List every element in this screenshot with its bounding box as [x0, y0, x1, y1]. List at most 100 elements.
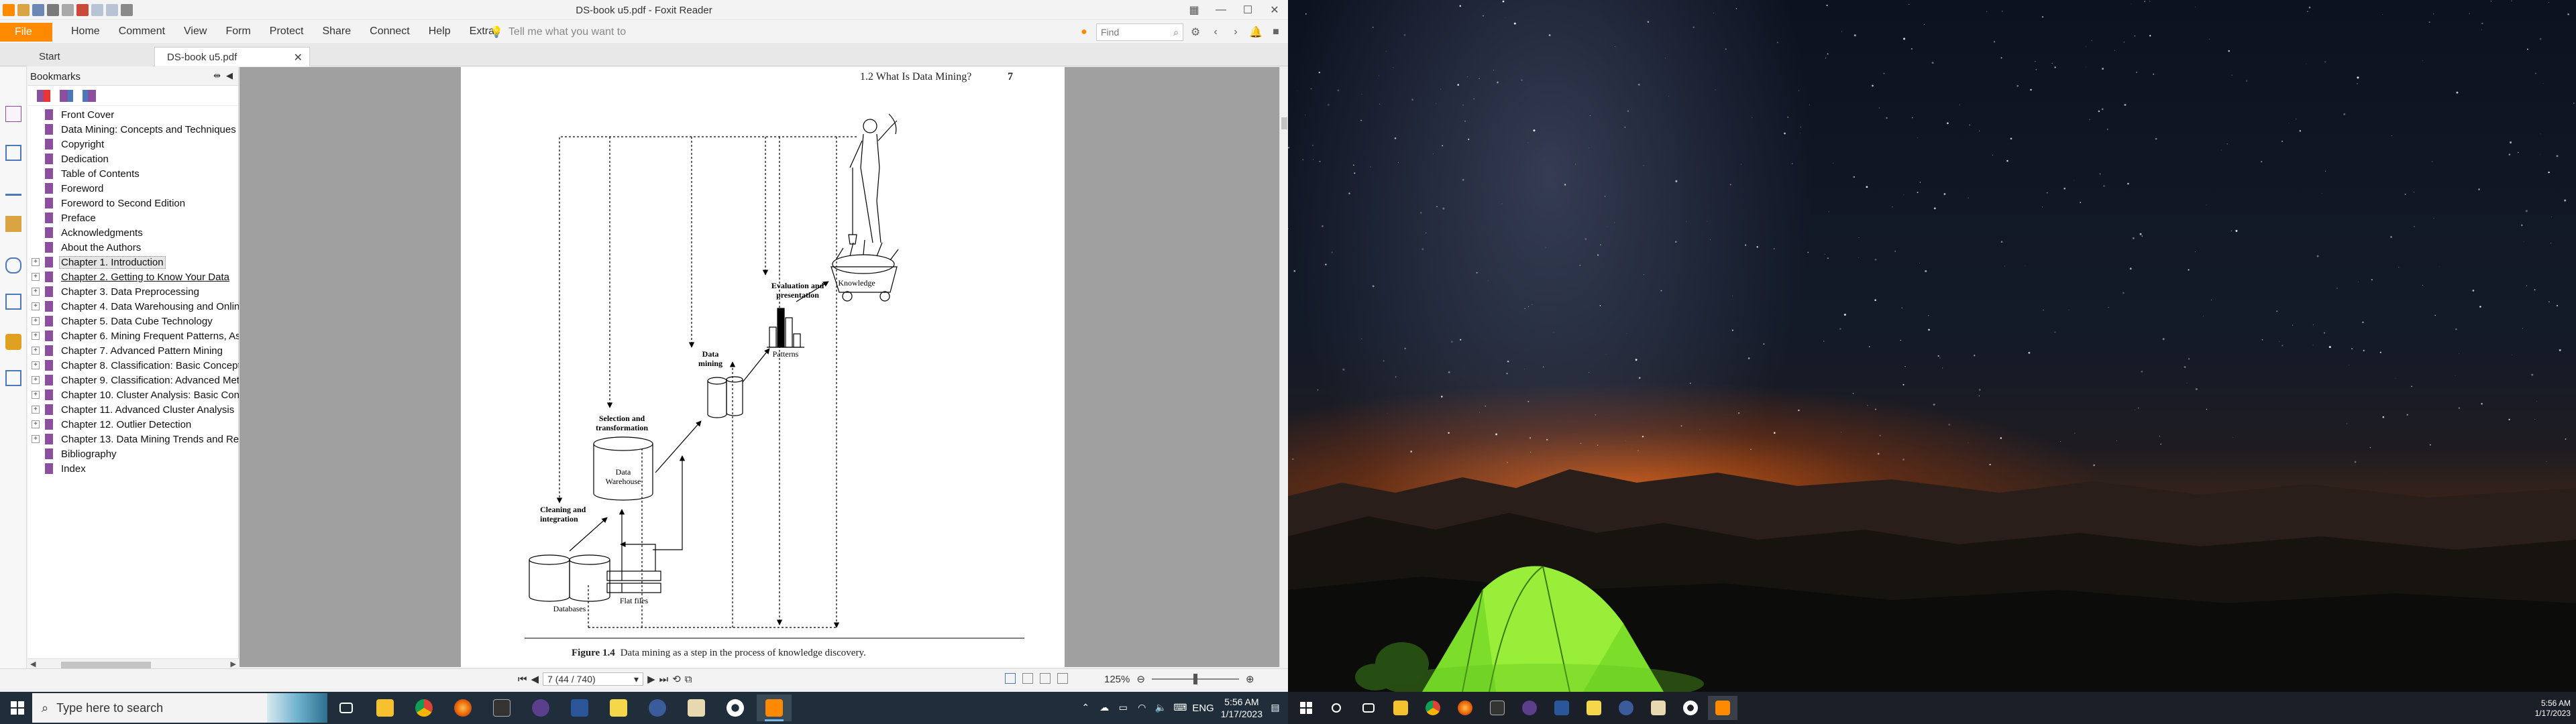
delete-bookmark-icon[interactable]	[37, 90, 50, 102]
clock[interactable]: 5:56 AM 1/17/2023	[1221, 696, 1263, 720]
word-doc-icon[interactable]	[1547, 696, 1576, 720]
file-explorer-icon[interactable]	[1386, 696, 1415, 720]
bookmark-item[interactable]: + Chapter 8. Classification: Basic Concep…	[28, 358, 239, 373]
pin-icon[interactable]: ⇹	[213, 70, 221, 81]
close-tab-icon[interactable]: ✕	[294, 51, 303, 64]
bookmark-item[interactable]: Copyright	[28, 137, 239, 152]
bookmark-item[interactable]: + Chapter 3. Data Preprocessing	[28, 284, 239, 299]
scroll-right-icon[interactable]: ▶	[231, 660, 236, 668]
bookmark-item[interactable]: + Chapter 9. Classification: Advanced Met…	[28, 373, 239, 387]
attachments-panel-icon[interactable]	[5, 257, 21, 274]
facing-icon[interactable]	[1040, 673, 1051, 684]
expand-icon[interactable]: +	[32, 258, 40, 266]
zoom-out-icon[interactable]: ⊖	[1136, 673, 1145, 685]
bookmark-item[interactable]: + Chapter 12. Outlier Detection	[28, 417, 239, 432]
terminal-icon[interactable]	[1483, 696, 1512, 720]
menu-connect[interactable]: Connect	[360, 25, 419, 38]
bookmark-item[interactable]: + Chapter 5. Data Cube Technology	[28, 314, 239, 328]
bookmark-item[interactable]: Preface	[28, 210, 239, 225]
sticky-notes-icon[interactable]	[1579, 696, 1609, 720]
expand-icon[interactable]: +	[32, 332, 40, 340]
windows-start-icon[interactable]	[11, 701, 24, 715]
expand-icon[interactable]: +	[32, 288, 40, 296]
minimize-button[interactable]: —	[1208, 0, 1234, 20]
security-panel-icon[interactable]	[5, 334, 21, 350]
account-icon[interactable]: ■	[1268, 24, 1284, 40]
zoom-in-icon[interactable]: ⊕	[1246, 673, 1254, 685]
comments-panel-icon[interactable]	[5, 216, 21, 232]
menu-form[interactable]: Form	[216, 25, 260, 38]
rotate-icon[interactable]: ⟲	[672, 673, 681, 685]
bookmark-item[interactable]: Foreword to Second Edition	[28, 196, 239, 210]
task-view-icon[interactable]	[329, 695, 364, 721]
back-icon[interactable]: ‹	[1208, 24, 1224, 40]
zoom-value[interactable]: 125%	[1104, 674, 1130, 685]
expand-icon[interactable]: +	[32, 420, 40, 428]
bell-icon[interactable]: 🔔	[1248, 24, 1264, 40]
language-indicator[interactable]: ENG	[1192, 703, 1214, 714]
document-vscrollbar[interactable]	[1279, 67, 1288, 667]
menu-protect[interactable]: Protect	[260, 25, 313, 38]
bookmark-item[interactable]: Front Cover	[28, 107, 239, 122]
secondary-clock[interactable]: 5:56 AM 1/17/2023	[2535, 699, 2571, 719]
chrome-icon[interactable]	[407, 695, 441, 721]
bookmark-item[interactable]: + Chapter 2. Getting to Know Your Data	[28, 269, 239, 284]
chevron-up-icon[interactable]: ⌃	[1079, 702, 1091, 714]
menu-home[interactable]: Home	[62, 25, 109, 38]
eclipse-icon[interactable]	[1515, 696, 1544, 720]
bookmark-item[interactable]: Index	[28, 461, 239, 476]
last-page-icon[interactable]: ⏭	[659, 674, 669, 685]
eclipse-icon[interactable]	[523, 695, 558, 721]
sticky-notes-icon[interactable]	[601, 695, 636, 721]
battery-icon[interactable]: ▭	[1117, 702, 1129, 714]
settings-gear-icon[interactable]	[718, 695, 753, 721]
expand-bookmark-icon[interactable]	[83, 90, 96, 102]
bookmark-item[interactable]: + Chapter 6. Mining Frequent Patterns, As	[28, 328, 239, 343]
view-split-icon[interactable]: ⧉	[685, 674, 692, 685]
pages-panel-icon[interactable]	[5, 145, 21, 161]
layers-panel-icon[interactable]	[5, 180, 21, 196]
cloud-icon[interactable]: ☁	[1098, 702, 1110, 714]
first-page-icon[interactable]: ⏮	[518, 674, 527, 685]
bookmark-item[interactable]: + Chapter 1. Introduction	[28, 255, 239, 269]
scroll-left-icon[interactable]: ◀	[30, 660, 36, 668]
expand-icon[interactable]: +	[32, 376, 40, 384]
chrome-icon[interactable]	[1418, 696, 1448, 720]
forward-icon[interactable]: ›	[1228, 24, 1244, 40]
bookmark-item[interactable]: About the Authors	[28, 240, 239, 255]
bookmark-item[interactable]: + Chapter 7. Advanced Pattern Mining	[28, 343, 239, 358]
menu-help[interactable]: Help	[419, 25, 460, 38]
foxit-taskbar-icon[interactable]	[1708, 696, 1737, 720]
terminal-icon[interactable]	[484, 695, 519, 721]
bookmark-item[interactable]: + Chapter 13. Data Mining Trends and Re	[28, 432, 239, 446]
document-view[interactable]: 1.2 What Is Data Mining? 7 Knowledge Eva…	[239, 67, 1279, 667]
bookmarks-panel-icon[interactable]	[5, 106, 21, 122]
single-page-icon[interactable]	[1005, 673, 1016, 684]
app-circle-icon[interactable]	[640, 695, 675, 721]
add-bookmark-icon[interactable]	[60, 90, 73, 102]
signature-panel-icon[interactable]	[5, 294, 21, 310]
expand-icon[interactable]: +	[32, 317, 40, 325]
menu-view[interactable]: View	[174, 25, 216, 38]
collapse-panel-icon[interactable]: ◀	[226, 70, 233, 81]
wifi-icon[interactable]: ◠	[1136, 702, 1148, 714]
word-doc-icon[interactable]	[562, 695, 597, 721]
expand-icon[interactable]: +	[32, 273, 40, 281]
maximize-button[interactable]: ☐	[1234, 0, 1261, 20]
windows-start-icon[interactable]	[1300, 702, 1312, 714]
zoom-slider[interactable]	[1151, 674, 1239, 684]
bookmark-item[interactable]: Foreword	[28, 181, 239, 196]
expand-icon[interactable]: +	[32, 435, 40, 443]
bookmark-item[interactable]: Acknowledgments	[28, 225, 239, 240]
hscroll-thumb[interactable]	[61, 662, 151, 668]
expand-icon[interactable]: +	[32, 302, 40, 310]
tools-panel-icon[interactable]	[5, 370, 21, 386]
vscroll-thumb[interactable]	[1281, 117, 1287, 129]
volume-icon[interactable]: 🔈	[1155, 702, 1167, 714]
tab-start[interactable]: Start	[27, 47, 153, 66]
app-circle-icon[interactable]	[1611, 696, 1641, 720]
expand-icon[interactable]: +	[32, 347, 40, 355]
document-icon[interactable]	[1644, 696, 1673, 720]
bookmark-item[interactable]: Dedication	[28, 152, 239, 166]
gift-icon[interactable]: ●	[1076, 24, 1092, 40]
